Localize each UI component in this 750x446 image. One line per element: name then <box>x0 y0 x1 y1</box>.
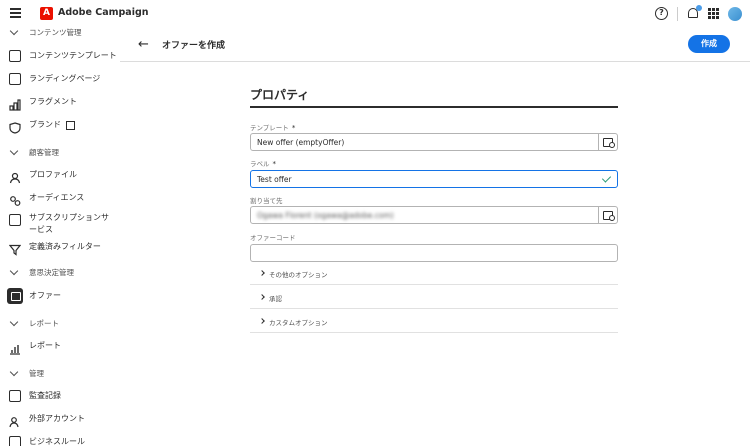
chevron-down-icon <box>9 367 19 377</box>
required-mark: * <box>272 160 277 168</box>
template-label-text: テンプレート <box>250 124 289 132</box>
create-button[interactable]: 作成 <box>688 35 730 53</box>
assigned-to-value: Ogawa Florent (ogawa@adobe.com) <box>257 211 394 220</box>
audit-icon <box>9 390 21 402</box>
sidebar-item-label: レポート <box>29 341 61 350</box>
chevron-down-icon <box>9 317 19 327</box>
sidebar-item-label: オーディエンス <box>29 193 85 202</box>
business-rule-icon <box>9 436 21 446</box>
audience-icon <box>9 192 21 206</box>
label-value: Test offer <box>257 175 292 184</box>
sidebar-section-label: 管理 <box>29 369 44 378</box>
sidebar-item-label: サブスクリプションサ <box>29 213 109 222</box>
report-chart-icon <box>9 340 21 355</box>
accordion-approval[interactable]: 承認 <box>250 287 618 309</box>
sidebar-item-label: 外部アカウント <box>29 414 85 423</box>
accordion-other-options[interactable]: その他のオプション <box>250 263 618 285</box>
sidebar-item-label: ブランド <box>29 120 61 129</box>
chevron-down-icon <box>9 146 19 156</box>
assigned-to-label-text: 割り当て先 <box>250 197 283 205</box>
external-account-icon <box>9 413 21 428</box>
notifications-icon[interactable] <box>687 5 702 20</box>
assignee-picker-icon[interactable] <box>598 207 617 223</box>
sidebar-item-label: ランディングページ <box>29 74 101 83</box>
sidebar-section-label: 意思決定管理 <box>29 268 74 277</box>
sidebar-item-label: コンテンツテンプレート <box>29 51 117 60</box>
sidebar-item-label: プロファイル <box>29 170 77 179</box>
assigned-to-label: 割り当て先 <box>250 195 283 205</box>
checkmark-icon <box>601 173 612 183</box>
offer-icon <box>7 288 23 304</box>
sidebar-item-label: 監査記録 <box>29 391 61 400</box>
menu-icon[interactable] <box>10 8 21 18</box>
chevron-down-icon <box>9 27 19 36</box>
offer-code-input[interactable] <box>250 244 618 262</box>
back-arrow-icon[interactable]: ← <box>138 37 149 52</box>
top-bar: A Adobe Campaign ? <box>0 0 750 27</box>
accordion-label: カスタムオプション <box>269 319 328 327</box>
required-mark: * <box>291 124 296 132</box>
subscription-icon <box>9 214 21 226</box>
assigned-to-field[interactable]: Ogawa Florent (ogawa@adobe.com) <box>250 206 618 224</box>
external-link-icon <box>66 121 75 130</box>
sidebar-section-label: レポート <box>29 319 59 328</box>
accordion-custom-options[interactable]: カスタムオプション <box>250 311 618 333</box>
filter-icon <box>8 241 22 256</box>
sidebar: コンテンツ管理 コンテンツテンプレート ランディングページ フラグメント ブラン… <box>0 27 120 446</box>
apps-grid-icon[interactable] <box>708 8 719 19</box>
header-divider <box>120 61 750 62</box>
template-label: テンプレート * <box>250 122 295 132</box>
chevron-right-icon <box>259 294 265 300</box>
sidebar-item-label: ビジネスルール <box>29 437 85 446</box>
user-icon <box>9 169 21 184</box>
help-icon[interactable]: ? <box>655 7 668 20</box>
adobe-logo-icon: A <box>40 7 53 20</box>
sidebar-item-label: フラグメント <box>29 97 77 106</box>
accordion-label: 承認 <box>269 295 282 303</box>
template-value: New offer (emptyOffer) <box>257 138 345 147</box>
top-right-actions: ? <box>655 4 742 23</box>
template-picker-icon[interactable] <box>598 134 617 150</box>
landing-page-icon <box>9 73 21 85</box>
label-label: ラベル * <box>250 158 276 168</box>
chevron-right-icon <box>259 270 265 276</box>
divider <box>677 6 678 21</box>
accordion-label: その他のオプション <box>269 271 328 279</box>
section-title: プロパティ <box>250 88 310 102</box>
app-name: Adobe Campaign <box>58 7 149 18</box>
label-input[interactable]: Test offer <box>250 170 618 188</box>
fragment-icon <box>9 96 21 111</box>
offer-code-label: オファーコード <box>250 232 296 242</box>
page-title: オファーを作成 <box>162 41 226 51</box>
section-divider <box>250 106 618 108</box>
template-icon <box>9 50 21 62</box>
chevron-down-icon <box>9 266 19 276</box>
template-field[interactable]: New offer (emptyOffer) <box>250 133 618 151</box>
sidebar-item-label: オファー <box>29 291 61 300</box>
label-label-text: ラベル <box>250 160 270 168</box>
avatar[interactable] <box>728 6 742 21</box>
chevron-right-icon <box>259 318 265 324</box>
offer-code-label-text: オファーコード <box>250 234 296 242</box>
brand-shield-icon <box>9 119 21 134</box>
sidebar-item-label: 定義済みフィルター <box>29 242 101 251</box>
sidebar-section-label: 顧客管理 <box>29 148 59 157</box>
sidebar-section-label: コンテンツ管理 <box>29 28 82 37</box>
sidebar-item-label: ービス <box>29 225 53 234</box>
